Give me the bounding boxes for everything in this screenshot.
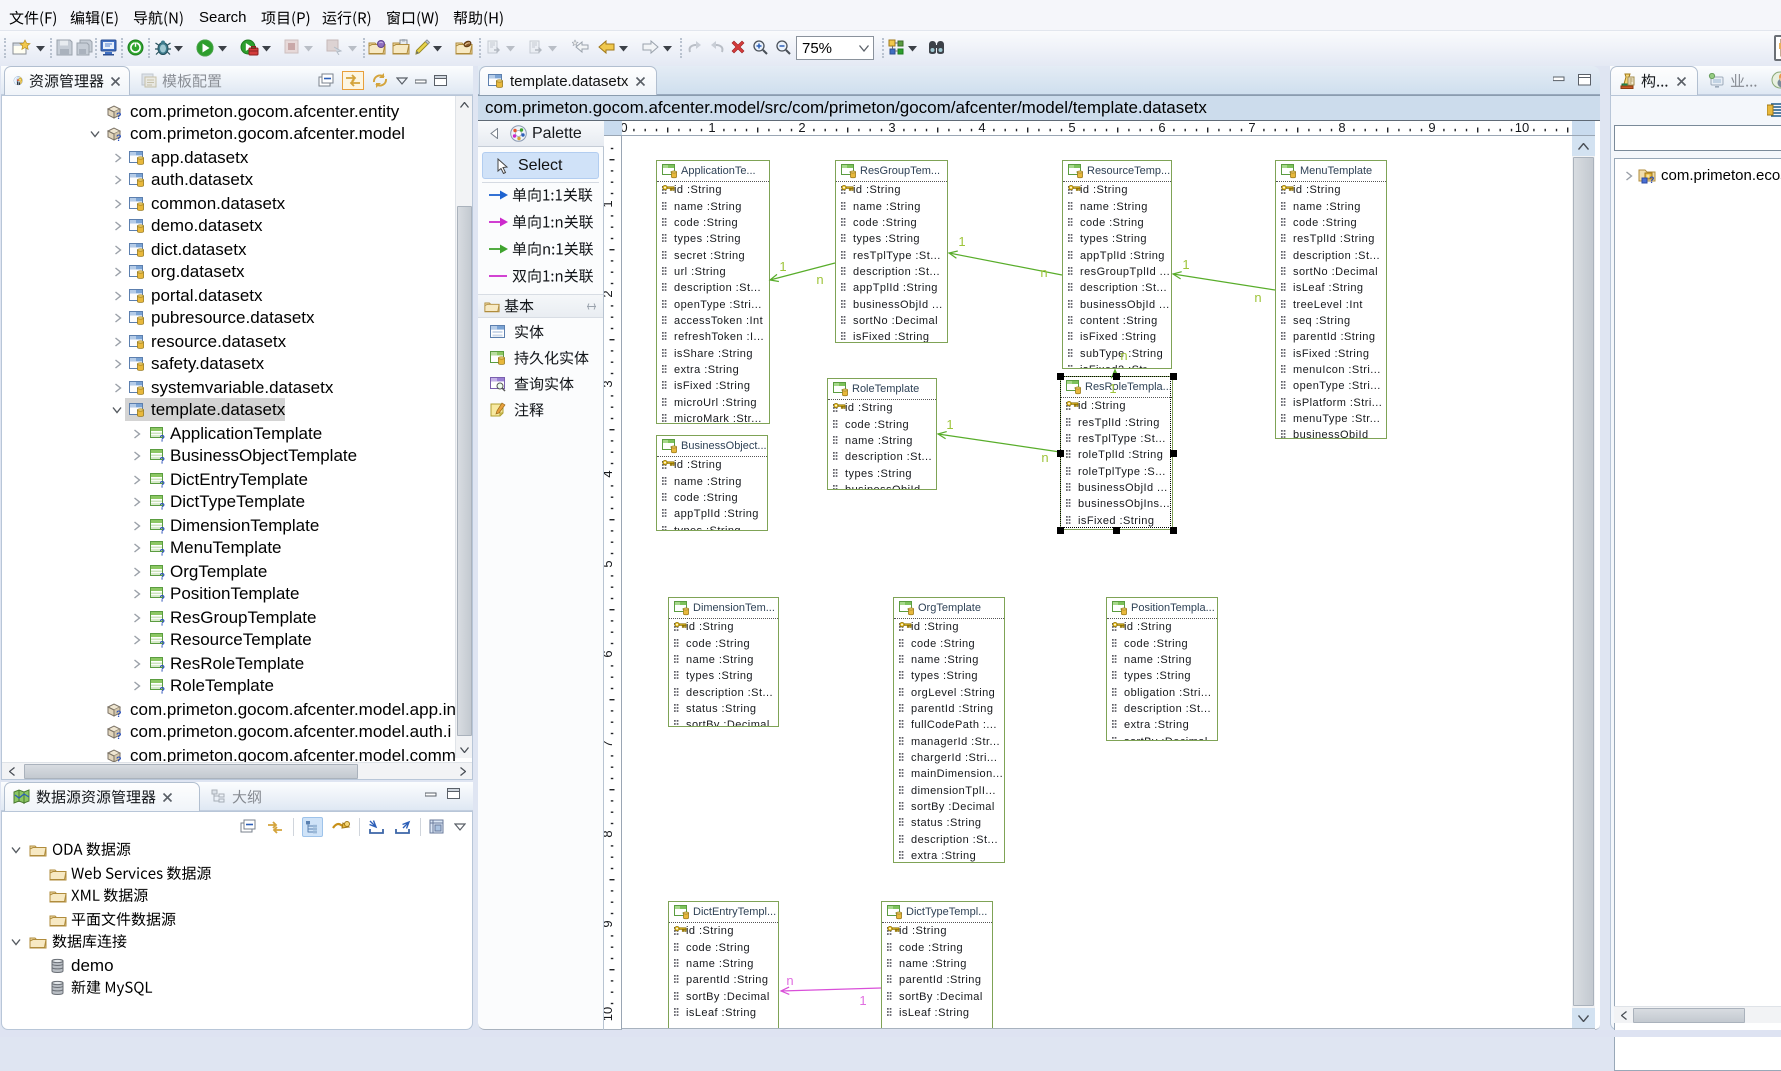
svg-text:4: 4 bbox=[604, 470, 615, 477]
svg-text:?: ? bbox=[116, 111, 122, 120]
svg-text:?: ? bbox=[160, 663, 166, 672]
svg-text:n: n bbox=[1040, 265, 1047, 280]
svg-text:?: ? bbox=[160, 593, 166, 602]
svg-text:10: 10 bbox=[604, 1007, 615, 1021]
svg-text:2: 2 bbox=[604, 290, 615, 297]
svg-text:?: ? bbox=[160, 639, 166, 648]
svg-text:2: 2 bbox=[798, 121, 805, 135]
svg-text:?: ? bbox=[160, 479, 166, 488]
svg-text:6: 6 bbox=[1158, 121, 1165, 135]
svg-text:7: 7 bbox=[604, 740, 615, 747]
svg-text:0: 0 bbox=[622, 121, 628, 135]
svg-text:4: 4 bbox=[978, 121, 985, 135]
svg-text:?: ? bbox=[160, 685, 166, 694]
svg-text:3: 3 bbox=[604, 380, 615, 387]
svg-text:?: ? bbox=[160, 525, 166, 534]
svg-text:?: ? bbox=[160, 501, 166, 510]
svg-text:9: 9 bbox=[604, 920, 615, 927]
svg-text:7: 7 bbox=[1248, 121, 1255, 135]
svg-text:1: 1 bbox=[1109, 381, 1116, 396]
svg-text:n: n bbox=[1120, 348, 1127, 363]
svg-text:?: ? bbox=[160, 571, 166, 580]
svg-text:1: 1 bbox=[604, 200, 615, 207]
svg-text:?: ? bbox=[160, 433, 166, 442]
svg-text:9: 9 bbox=[1428, 121, 1435, 135]
svg-text:1: 1 bbox=[859, 993, 866, 1008]
svg-text:3: 3 bbox=[888, 121, 895, 135]
svg-text:?: ? bbox=[116, 731, 122, 740]
svg-text:1: 1 bbox=[958, 234, 965, 249]
svg-text:10: 10 bbox=[1515, 121, 1529, 135]
svg-text:n: n bbox=[816, 272, 823, 287]
svg-text:?: ? bbox=[160, 617, 166, 626]
svg-text:1: 1 bbox=[708, 121, 715, 135]
svg-text:?: ? bbox=[160, 547, 166, 556]
svg-text:n: n bbox=[1041, 450, 1048, 465]
svg-text:1: 1 bbox=[946, 417, 953, 432]
svg-text:1: 1 bbox=[779, 259, 786, 274]
svg-text:?: ? bbox=[160, 455, 166, 464]
svg-text:8: 8 bbox=[604, 830, 615, 837]
svg-text:5: 5 bbox=[1068, 121, 1075, 135]
svg-text:8: 8 bbox=[1338, 121, 1345, 135]
svg-text:n: n bbox=[1254, 290, 1261, 305]
svg-text:?: ? bbox=[116, 709, 122, 718]
svg-text:?: ? bbox=[116, 133, 122, 142]
svg-text:5: 5 bbox=[604, 560, 615, 567]
svg-text:n: n bbox=[786, 973, 793, 988]
svg-text:1: 1 bbox=[1182, 257, 1189, 272]
svg-text:?: ? bbox=[1649, 175, 1655, 184]
svg-text:6: 6 bbox=[604, 650, 615, 657]
